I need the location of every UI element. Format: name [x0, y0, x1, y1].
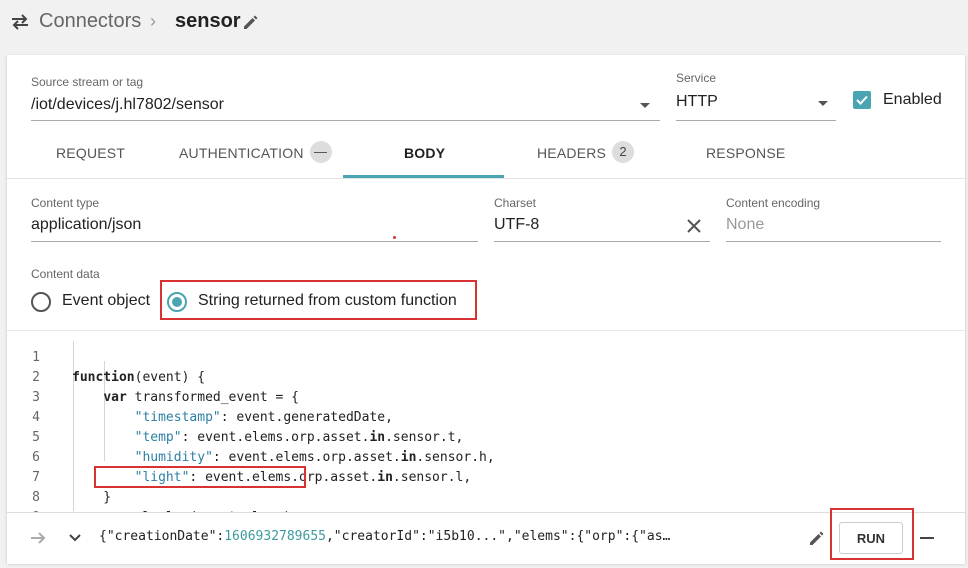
- clear-icon[interactable]: [686, 218, 702, 234]
- tab-headers[interactable]: HEADERS 2: [537, 128, 635, 178]
- headers-badge: 2: [612, 141, 635, 164]
- error-dot: [393, 236, 396, 239]
- top-bar: Connectors › sensor: [0, 0, 968, 46]
- service-underline: [676, 120, 836, 121]
- service-dropdown-icon[interactable]: [818, 101, 828, 106]
- charset-input[interactable]: UTF-8: [494, 216, 539, 234]
- source-input[interactable]: /iot/devices/j.hl7802/sensor: [31, 96, 224, 114]
- authentication-badge: —: [309, 141, 332, 164]
- content-encoding-underline: [726, 241, 941, 242]
- connector-name: sensor: [175, 10, 241, 32]
- highlight-box-console-log: [94, 466, 306, 488]
- code-line: 3 "timestamp": event.generatedDate,: [32, 390, 393, 425]
- radio-event-object[interactable]: [31, 292, 51, 312]
- service-label: Service: [676, 71, 717, 85]
- source-underline: [31, 120, 660, 121]
- source-label: Source stream or tag: [31, 75, 144, 89]
- code-line: 6 "light": event.elems.orp.asset.in.sens…: [32, 450, 472, 485]
- tab-body[interactable]: BODY: [404, 128, 445, 178]
- arrow-right-icon: [31, 532, 46, 544]
- enabled-label: Enabled: [883, 91, 942, 108]
- content-encoding-label: Content encoding: [726, 196, 821, 210]
- check-icon: [856, 95, 868, 105]
- code-line: 4 "temp": event.elems.orp.asset.in.senso…: [32, 410, 464, 445]
- collapse-icon[interactable]: [920, 537, 934, 539]
- content-type-underline: [31, 241, 478, 242]
- tab-bar: REQUEST AUTHENTICATION — BODY HEADERS 2 RE…: [7, 128, 965, 179]
- test-bar: {"creationDate":1606932789655,"creatorId…: [7, 512, 965, 564]
- pencil-icon[interactable]: [807, 528, 827, 548]
- event-object-label[interactable]: Event object: [62, 292, 150, 310]
- test-output: {"creationDate":1606932789655,"creatorId…: [99, 529, 671, 544]
- source-dropdown-icon[interactable]: [640, 103, 650, 108]
- code-line: 9 return JSON.stringify(transformed_even…: [7, 488, 965, 545]
- code-line: 5 "humidity": event.elems.orp.asset.in.s…: [32, 430, 495, 465]
- content-type-label: Content type: [31, 196, 100, 210]
- swap-arrows-icon[interactable]: [10, 12, 30, 32]
- enabled-checkbox[interactable]: [853, 91, 871, 109]
- tab-request[interactable]: REQUEST: [56, 128, 125, 178]
- highlight-box-run: [830, 508, 914, 560]
- charset-underline: [494, 241, 710, 242]
- pencil-icon[interactable]: [241, 12, 261, 32]
- content-encoding-input[interactable]: None: [726, 216, 764, 234]
- highlight-box-custom-function: [160, 280, 477, 320]
- breadcrumb-connectors[interactable]: Connectors: [39, 10, 141, 33]
- code-line: 2 var transformed_event = {: [32, 370, 299, 405]
- tab-authentication[interactable]: AUTHENTICATION —: [179, 128, 332, 178]
- code-line: 7 }: [32, 470, 112, 505]
- tab-response[interactable]: RESPONSE: [706, 128, 785, 178]
- content-data-label: Content data: [31, 267, 100, 281]
- content-type-input[interactable]: application/json: [31, 216, 141, 234]
- chevron-down-icon[interactable]: [68, 531, 82, 545]
- code-line: 1 function(event) {: [32, 350, 206, 385]
- charset-label: Charset: [494, 196, 537, 210]
- service-select[interactable]: HTTP: [676, 93, 718, 111]
- breadcrumb-chevron-icon: ›: [150, 11, 156, 31]
- active-tab-indicator: [343, 175, 504, 178]
